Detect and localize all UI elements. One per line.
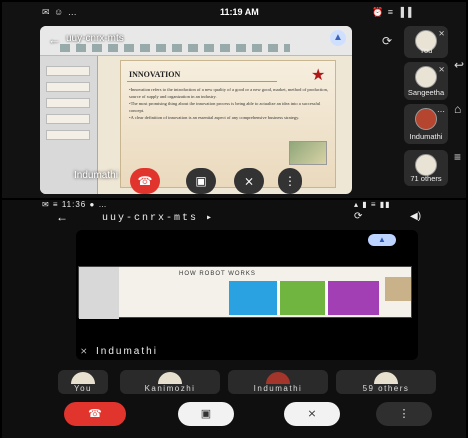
speaker-icon[interactable]: ◀)	[410, 211, 421, 222]
slide-image	[385, 277, 411, 301]
home-nav-icon[interactable]: ⌂	[454, 102, 461, 116]
mic-muted-icon: ⨯	[80, 346, 88, 356]
slide-title: HOW ROBOT WORKS	[179, 271, 256, 277]
shared-slide: HOW ROBOT WORKS	[78, 266, 412, 319]
camera-off-button[interactable]: ▣	[186, 168, 216, 194]
meeting-code[interactable]: uuy-cnrx-mts	[66, 33, 124, 44]
more-options-button[interactable]: ⋮	[376, 402, 432, 426]
camera-off-button[interactable]: ▣	[178, 402, 234, 426]
meeting-code[interactable]: uuy-cnrx-mts ▸	[102, 212, 214, 224]
mic-muted-icon: ⨯	[438, 65, 445, 74]
status-icons-left: ✉ ☺ …	[42, 7, 78, 17]
back-arrow-icon[interactable]: ←	[48, 32, 61, 47]
participant-tile[interactable]: 71 others	[404, 150, 448, 186]
status-icons-left: ✉ ≡ 11:36 ● …	[42, 200, 108, 209]
mic-muted-icon: ⨯	[438, 29, 445, 38]
presenter-name: Indumathi	[96, 346, 158, 357]
pin-icon[interactable]: ▲	[330, 30, 346, 46]
back-nav-icon[interactable]: ↩	[454, 58, 464, 72]
slide-illustration	[289, 141, 327, 165]
menu-nav-icon[interactable]: ≡	[454, 150, 461, 164]
participant-tile[interactable]: ⨯ You	[404, 26, 448, 58]
slide-title: INNOVATION	[129, 70, 181, 79]
participant-strip: You Kanimozhi Indumathi 59 others	[58, 370, 438, 394]
participant-tile[interactable]: ⨯ Sangeetha	[404, 62, 448, 100]
bullet-item: A clear definition of innovation is an e…	[129, 114, 329, 121]
participant-chip[interactable]: You	[58, 370, 108, 394]
participant-chip[interactable]: Indumathi	[228, 370, 328, 394]
star-icon: ★	[311, 67, 326, 84]
participant-rail: ⟳ ⨯ You ⨯ Sangeetha ⋯ Indumathi 71 other…	[374, 22, 466, 198]
end-call-button[interactable]: ☎	[130, 168, 160, 194]
bottom-meet-screen: ✉ ≡ 11:36 ● … ▴ ▮ ≡ ▮▮ ← uuy-cnrx-mts ▸ …	[2, 200, 466, 438]
participant-chip[interactable]: 59 others	[336, 370, 436, 394]
presentation-view[interactable]: INNOVATION ★ Innovation refers to the in…	[40, 26, 352, 194]
pin-icon[interactable]: ▲	[368, 234, 396, 246]
mic-off-button[interactable]: ⨯	[284, 402, 340, 426]
slide-bullets: Innovation refers to the introduction of…	[129, 86, 329, 121]
call-controls: ☎ ▣ ⨯ ⋮	[58, 402, 438, 428]
rotate-camera-icon[interactable]: ⟳	[354, 211, 362, 222]
rotate-camera-icon[interactable]: ⟳	[382, 34, 392, 48]
back-arrow-icon[interactable]: ←	[56, 210, 68, 224]
status-time: 11:19 AM	[220, 7, 259, 17]
more-dots-icon: ⋯	[437, 107, 445, 116]
mic-off-button[interactable]: ⨯	[234, 168, 264, 194]
status-icons-right: ▴ ▮ ≡ ▮▮	[354, 200, 391, 209]
end-call-button[interactable]: ☎	[64, 402, 126, 426]
presenter-name: Indumathi	[74, 170, 118, 181]
top-meet-screen: ✉ ☺ … 11:19 AM ⏰ ≡ ▐▐ INNOVATION ★ • Inn…	[2, 2, 466, 198]
status-bar: ✉ ☺ … 11:19 AM ⏰ ≡ ▐▐	[2, 2, 466, 22]
bullet-item: Innovation refers to the introduction of…	[129, 86, 329, 100]
presentation-view[interactable]: ▲ HOW ROBOT WORKS ⨯ Indumathi	[76, 230, 418, 360]
bullet-item: The most promising thing about the innov…	[129, 100, 329, 114]
slide-diagram	[229, 281, 379, 315]
participant-tile[interactable]: ⋯ Indumathi	[404, 104, 448, 144]
more-options-button[interactable]: ⋮	[278, 168, 302, 194]
composite-screenshots: ✉ ☺ … 11:19 AM ⏰ ≡ ▐▐ INNOVATION ★ • Inn…	[0, 0, 468, 438]
participant-chip[interactable]: Kanimozhi	[120, 370, 220, 394]
status-icons-right: ⏰ ≡ ▐▐	[372, 7, 413, 17]
